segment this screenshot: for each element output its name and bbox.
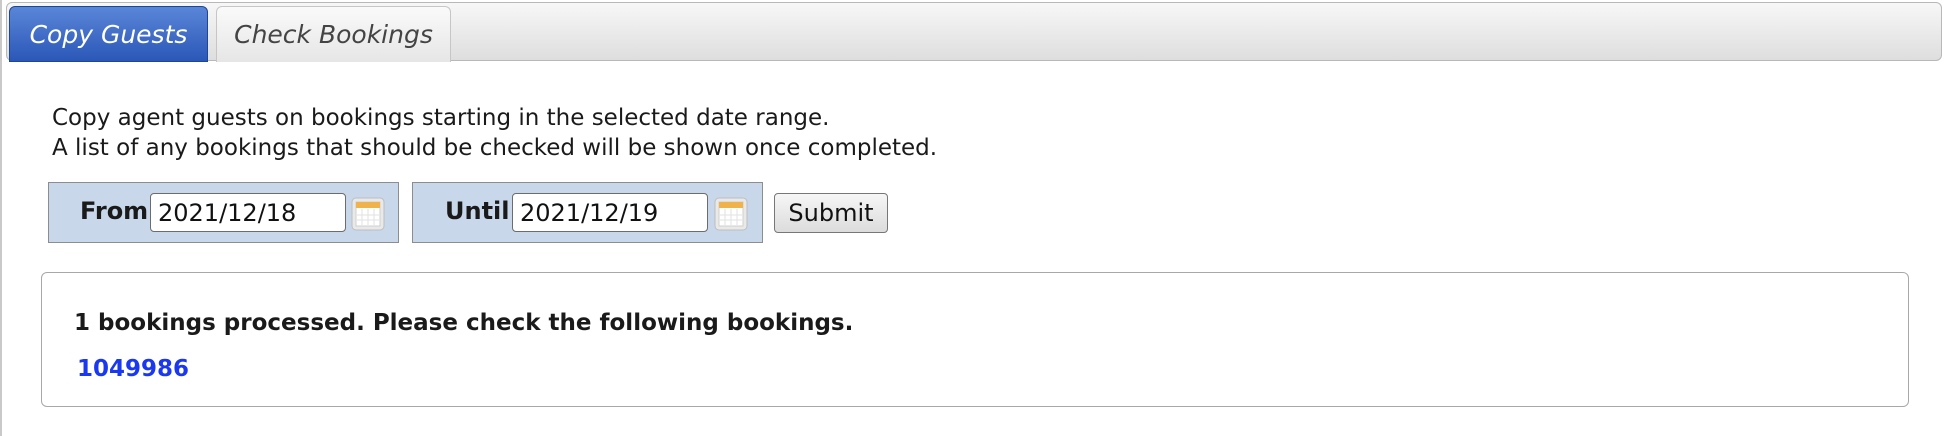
tab-check-bookings[interactable]: Check Bookings: [216, 6, 451, 62]
results-panel: 1 bookings processed. Please check the f…: [41, 272, 1909, 407]
results-message: 1 bookings processed. Please check the f…: [74, 310, 854, 336]
calendar-icon[interactable]: [714, 197, 748, 231]
from-date-group: From: [48, 182, 399, 243]
intro-line-1: Copy agent guests on bookings starting i…: [52, 105, 830, 131]
calendar-icon[interactable]: [351, 197, 385, 231]
booking-link[interactable]: 1049986: [77, 356, 189, 382]
until-date-group: Until: [412, 182, 763, 243]
until-date-input[interactable]: [512, 193, 708, 232]
tab-copy-guests[interactable]: Copy Guests: [9, 6, 208, 62]
intro-line-2: A list of any bookings that should be ch…: [52, 135, 938, 161]
from-label: From: [80, 197, 149, 225]
intro-text: Copy agent guests on bookings starting i…: [52, 103, 937, 163]
until-label: Until: [445, 197, 510, 225]
from-date-input[interactable]: [150, 193, 346, 232]
submit-button[interactable]: Submit: [774, 193, 888, 233]
